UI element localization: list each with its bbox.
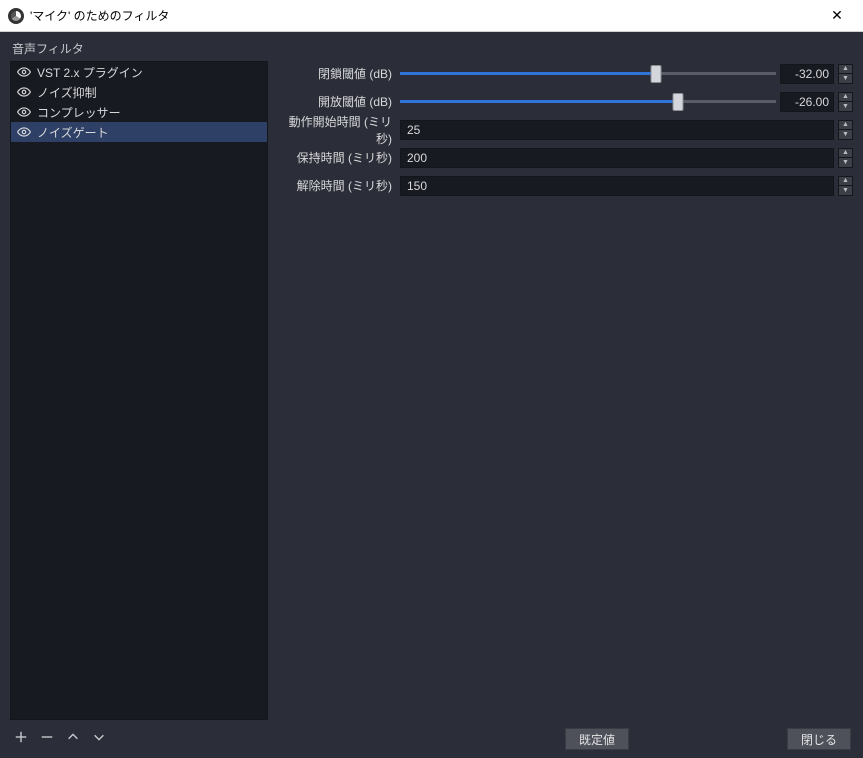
chevron-up-icon[interactable]: ▲ [839, 121, 852, 131]
window-title: 'マイク' のためのフィルタ [30, 7, 169, 24]
close-icon: ✕ [831, 7, 843, 24]
attack-time-label: 動作開始時間 (ミリ秒) [278, 113, 400, 147]
chevron-down-icon[interactable]: ▼ [839, 158, 852, 167]
filter-item-vst[interactable]: VST 2.x プラグイン [11, 62, 267, 82]
chevron-up-icon[interactable]: ▲ [839, 65, 852, 75]
release-time-input[interactable]: 150 [400, 176, 834, 196]
hold-time-label: 保持時間 (ミリ秒) [278, 149, 400, 166]
visibility-icon[interactable] [17, 65, 31, 79]
close-threshold-slider[interactable] [400, 64, 776, 84]
filter-item-noise-gate[interactable]: ノイズゲート [11, 122, 267, 142]
release-time-label: 解除時間 (ミリ秒) [278, 177, 400, 194]
chevron-down-icon [92, 730, 106, 749]
filter-item-label: VST 2.x プラグイン [37, 64, 143, 81]
chevron-up-icon[interactable]: ▲ [839, 149, 852, 159]
filter-item-label: ノイズ抑制 [37, 84, 97, 101]
remove-filter-button[interactable] [38, 730, 56, 748]
close-threshold-label: 閉鎖閾値 (dB) [278, 65, 400, 82]
footer-toolbar: 既定値 閉じる [0, 720, 863, 758]
open-threshold-value[interactable]: -26.00 [780, 92, 834, 112]
close-threshold-spinner[interactable]: ▲ ▼ [838, 64, 853, 84]
visibility-icon[interactable] [17, 85, 31, 99]
filter-item-label: コンプレッサー [37, 104, 121, 121]
chevron-up-icon [66, 730, 80, 749]
filter-item-label: ノイズゲート [37, 124, 109, 141]
move-down-button[interactable] [90, 730, 108, 748]
defaults-button[interactable]: 既定値 [565, 728, 629, 750]
chevron-up-icon[interactable]: ▲ [839, 177, 852, 187]
chevron-down-icon[interactable]: ▼ [839, 130, 852, 139]
close-threshold-value[interactable]: -32.00 [780, 64, 834, 84]
open-threshold-slider[interactable] [400, 92, 776, 112]
minus-icon [40, 730, 54, 749]
add-filter-button[interactable] [12, 730, 30, 748]
move-up-button[interactable] [64, 730, 82, 748]
chevron-up-icon[interactable]: ▲ [839, 93, 852, 103]
release-time-spinner[interactable]: ▲ ▼ [838, 176, 853, 196]
filter-item-noise-suppression[interactable]: ノイズ抑制 [11, 82, 267, 102]
hold-time-spinner[interactable]: ▲ ▼ [838, 148, 853, 168]
audio-filters-label: 音声フィルタ [10, 40, 268, 57]
chevron-down-icon[interactable]: ▼ [839, 186, 852, 195]
attack-time-input[interactable]: 25 [400, 120, 834, 140]
close-button[interactable]: 閉じる [787, 728, 851, 750]
visibility-icon[interactable] [17, 125, 31, 139]
open-threshold-spinner[interactable]: ▲ ▼ [838, 92, 853, 112]
window-close-button[interactable]: ✕ [817, 2, 857, 30]
filter-item-compressor[interactable]: コンプレッサー [11, 102, 267, 122]
plus-icon [14, 730, 28, 749]
filter-list[interactable]: VST 2.x プラグイン ノイズ抑制 コンプレッサー ノイズゲート [10, 61, 268, 720]
chevron-down-icon[interactable]: ▼ [839, 102, 852, 111]
titlebar: 'マイク' のためのフィルタ ✕ [0, 0, 863, 32]
app-icon [8, 8, 24, 24]
visibility-icon[interactable] [17, 105, 31, 119]
properties-panel: 閉鎖閾値 (dB) -32.00 ▲ ▼ 開放閾値 (dB) [278, 40, 853, 720]
hold-time-input[interactable]: 200 [400, 148, 834, 168]
open-threshold-label: 開放閾値 (dB) [278, 93, 400, 110]
attack-time-spinner[interactable]: ▲ ▼ [838, 120, 853, 140]
chevron-down-icon[interactable]: ▼ [839, 74, 852, 83]
